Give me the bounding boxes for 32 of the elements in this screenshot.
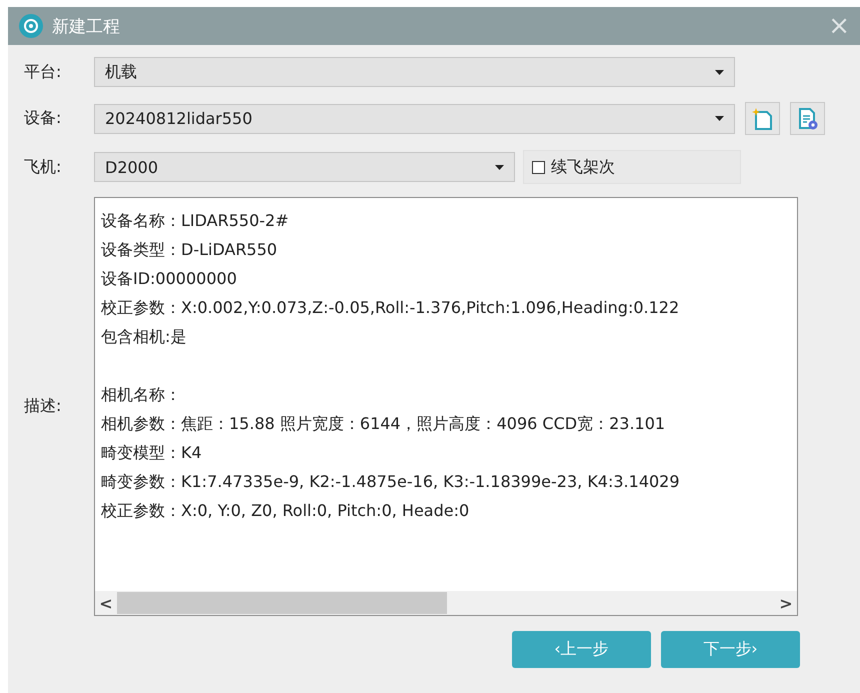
dropdown[interactable]: 机载	[94, 57, 735, 87]
description-line: 设备类型：D-LiDAR550	[101, 239, 278, 261]
description-line: 校正参数：X:0.002,Y:0.073,Z:-0.05,Roll:-1.376,Pitch:1.096,Heading:0.122	[101, 297, 680, 319]
description-line: 相机参数：焦距：15.88 照片宽度：6144，照片高度：4096 CCD宽：23.101	[101, 413, 666, 435]
file-gear-icon	[796, 106, 818, 130]
description-line: 畸变参数：K1:7.47335e-9, K2:-1.4875e-16, K3:-1.18399e-23, K4:3.14029	[101, 471, 681, 493]
description-line: 设备ID:00000000	[101, 268, 238, 290]
field-label: 设备:	[24, 108, 62, 129]
caret-icon	[715, 116, 724, 121]
file-settings-button[interactable]	[790, 102, 825, 135]
description-text-area[interactable]	[94, 197, 798, 616]
window-title: 新建工程	[52, 16, 121, 38]
scroll-left-button[interactable]: <	[95, 594, 117, 612]
caret-icon	[495, 164, 504, 170]
app-logo-icon	[18, 13, 44, 39]
dropdown[interactable]: D2000	[94, 152, 515, 182]
description-line: 校正参数：X:0, Y:0, Z0, Roll:0, Pitch:0, Heade:0	[101, 500, 470, 522]
dropdown[interactable]: 20240812lidar550	[94, 104, 735, 134]
description-line: 畸变模型：K4	[101, 442, 203, 464]
field-label: 平台:	[24, 62, 62, 82]
field-label: 飞机:	[24, 156, 62, 178]
new-file-button[interactable]	[745, 102, 780, 135]
scroll-right-button[interactable]: >	[775, 594, 797, 612]
description-line: 包含相机:是	[101, 326, 188, 348]
description-line: 相机名称：	[101, 384, 182, 406]
caret-icon	[715, 70, 724, 74]
field-label: 描述:	[24, 396, 62, 417]
new-file-icon	[750, 106, 774, 130]
description-line: 设备名称：LIDAR550-2#	[101, 210, 290, 232]
horizontal-scrollbar[interactable]: < >	[95, 591, 797, 615]
checkbox[interactable]: 续飞架次	[523, 150, 741, 184]
scrollbar-thumb[interactable]	[117, 592, 447, 614]
